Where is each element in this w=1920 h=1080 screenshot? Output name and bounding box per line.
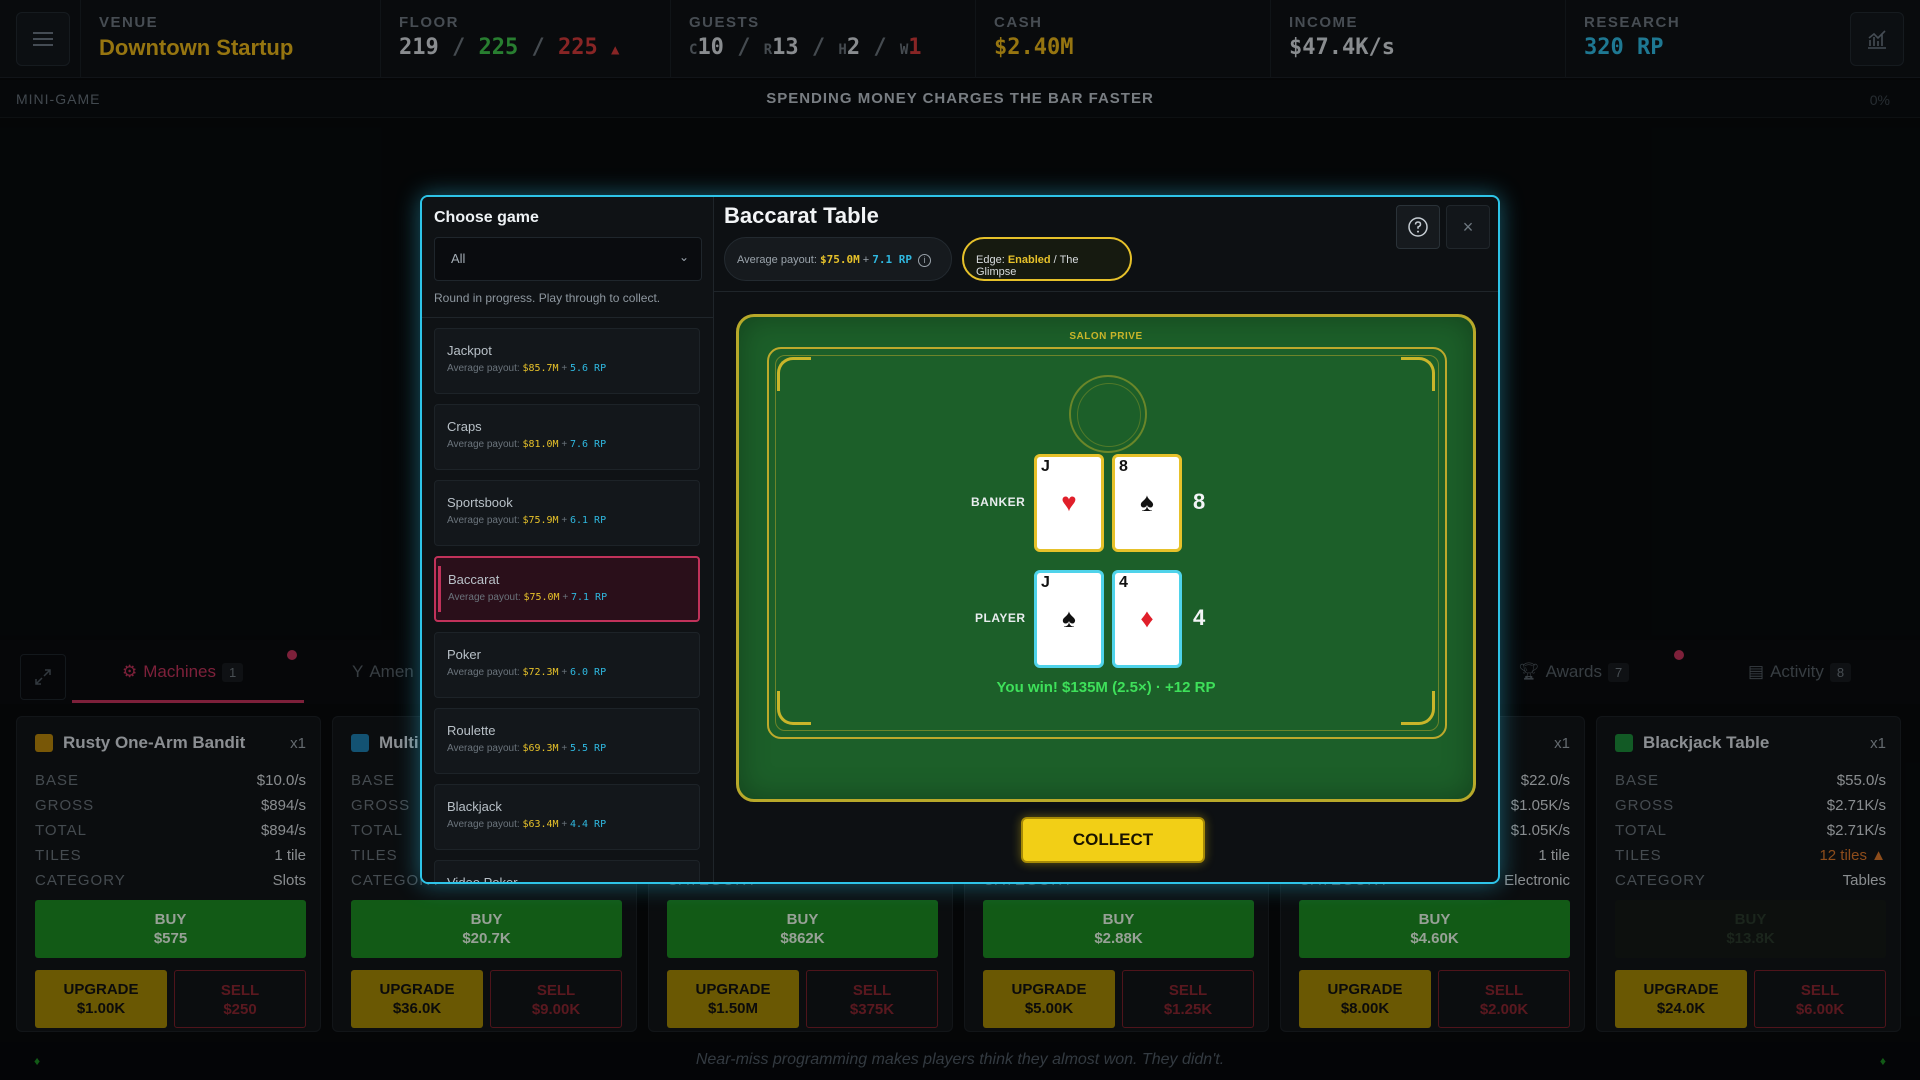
corner-ornament [777, 357, 811, 391]
game-payout-rp: 6.1 RP [569, 515, 607, 526]
game-name: Poker [447, 647, 481, 662]
game-payout-money: $63.4M [522, 819, 559, 830]
game-payout-rp: 5.6 RP [569, 363, 607, 374]
game-filter-value: All [451, 251, 466, 266]
game-picker: Choose game All ⌄ Round in progress. Pla… [422, 197, 714, 884]
game-payout-label: Average payout: [447, 515, 520, 526]
info-icon[interactable]: i [918, 253, 932, 267]
game-list: Jackpot Average payout: $85.7M + 5.6 RP Cr… [422, 317, 714, 884]
game-list-item[interactable]: Roulette Average payout: $69.3M + 5.5 RP [434, 708, 700, 774]
player-card-1: J ♠ [1034, 570, 1104, 668]
game-list-item[interactable]: Video Poker [434, 860, 700, 884]
game-title: Baccarat Table [724, 203, 879, 228]
corner-ornament [1401, 357, 1435, 391]
game-payout-money: $85.7M [522, 363, 559, 374]
game-list-item[interactable]: Baccarat Average payout: $75.0M + 7.1 RP [434, 556, 700, 622]
game-payout-money: $75.0M [523, 592, 560, 603]
game-payout-label: Average payout: [447, 439, 520, 450]
payout-label: Average payout: [737, 254, 817, 266]
corner-ornament [1401, 691, 1435, 725]
game-payout: Average payout: $72.3M + 6.0 RP [447, 667, 607, 678]
card-rank: 8 [1119, 458, 1128, 475]
diamond-icon: ♦ [1140, 603, 1154, 633]
game-payout-rp: 7.6 RP [569, 439, 607, 450]
game-payout: Average payout: $81.0M + 7.6 RP [447, 439, 607, 450]
game-list-item[interactable]: Blackjack Average payout: $63.4M + 4.4 RP [434, 784, 700, 850]
edge-label: Edge: [976, 254, 1005, 266]
edge-pill[interactable]: Edge: Enabled / The Glimpse [962, 237, 1132, 281]
game-name: Sportsbook [447, 495, 513, 510]
game-payout-label: Average payout: [447, 819, 520, 830]
game-list-item[interactable]: Jackpot Average payout: $85.7M + 5.6 RP [434, 328, 700, 394]
game-filter-select[interactable]: All ⌄ [434, 237, 702, 281]
salon-label: SALON PRIVE [1069, 331, 1143, 342]
banker-label: BANKER [971, 495, 1026, 509]
spade-icon: ♠ [1062, 603, 1076, 633]
payout-money: $75.0M [819, 253, 860, 266]
chevron-down-icon: ⌄ [678, 250, 689, 264]
game-name: Jackpot [447, 343, 492, 358]
round-result: You win! $135M (2.5×) · +12 RP [996, 679, 1216, 696]
help-button[interactable] [1396, 205, 1440, 249]
banker-card-1: J ♥ [1034, 454, 1104, 552]
round-progress-note: Round in progress. Play through to colle… [434, 291, 661, 305]
banker-card-2: 8 ♠ [1112, 454, 1182, 552]
spade-icon: ♠ [1140, 487, 1154, 517]
card-rank: 4 [1119, 574, 1128, 591]
game-payout-money: $72.3M [522, 667, 559, 678]
choose-game-title: Choose game [434, 209, 539, 226]
game-name: Roulette [447, 723, 496, 738]
heart-icon: ♥ [1061, 487, 1077, 517]
payout-rp: 7.1 RP [872, 253, 913, 266]
game-payout: Average payout: $85.7M + 5.6 RP [447, 363, 607, 374]
game-list-item[interactable]: Poker Average payout: $72.3M + 6.0 RP [434, 632, 700, 698]
game-payout-rp: 7.1 RP [570, 592, 608, 603]
chip-spot [1069, 375, 1147, 453]
game-list-item[interactable]: Sportsbook Average payout: $75.9M + 6.1 R… [434, 480, 700, 546]
game-payout: Average payout: $75.0M + 7.1 RP [448, 592, 608, 603]
corner-ornament [777, 691, 811, 725]
game-list-item[interactable]: Craps Average payout: $81.0M + 7.6 RP [434, 404, 700, 470]
game-name: Video Poker [447, 875, 518, 884]
game-payout-label: Average payout: [447, 743, 520, 754]
game-payout: Average payout: $69.3M + 5.5 RP [447, 743, 607, 754]
game-name: Blackjack [447, 799, 502, 814]
game-payout-money: $69.3M [522, 743, 559, 754]
card-rank: J [1041, 458, 1050, 475]
header-divider [714, 291, 1498, 292]
game-payout-label: Average payout: [448, 592, 521, 603]
edge-status: Enabled [1007, 254, 1051, 266]
average-payout-pill: Average payout: $75.0M + 7.1 RP i [724, 237, 952, 281]
player-score: 4 [1193, 605, 1206, 630]
game-payout-rp: 6.0 RP [569, 667, 607, 678]
close-button[interactable]: × [1446, 205, 1490, 249]
game-panel: Baccarat Table Average payout: $75.0M + … [714, 197, 1498, 882]
payout-plus: + [862, 254, 870, 266]
game-payout-money: $81.0M [522, 439, 559, 450]
question-icon [1408, 217, 1428, 237]
game-payout-money: $75.9M [522, 515, 559, 526]
game-payout-label: Average payout: [447, 363, 520, 374]
game-payout: Average payout: $63.4M + 4.4 RP [447, 819, 607, 830]
player-label: PLAYER [975, 611, 1026, 625]
collect-button[interactable]: COLLECT [1021, 817, 1205, 863]
baccarat-table: SALON PRIVE BANKER J ♥ 8 ♠ 8 PLAYER J ♠ [736, 314, 1476, 802]
game-name: Baccarat [448, 572, 500, 587]
game-payout-rp: 4.4 RP [569, 819, 607, 830]
game-modal: Choose game All ⌄ Round in progress. Pla… [420, 195, 1500, 884]
game-payout-rp: 5.5 RP [569, 743, 607, 754]
banker-score: 8 [1193, 489, 1206, 514]
game-payout-label: Average payout: [447, 667, 520, 678]
player-card-2: 4 ♦ [1112, 570, 1182, 668]
game-payout: Average payout: $75.9M + 6.1 RP [447, 515, 607, 526]
card-rank: J [1041, 574, 1050, 591]
game-name: Craps [447, 419, 482, 434]
